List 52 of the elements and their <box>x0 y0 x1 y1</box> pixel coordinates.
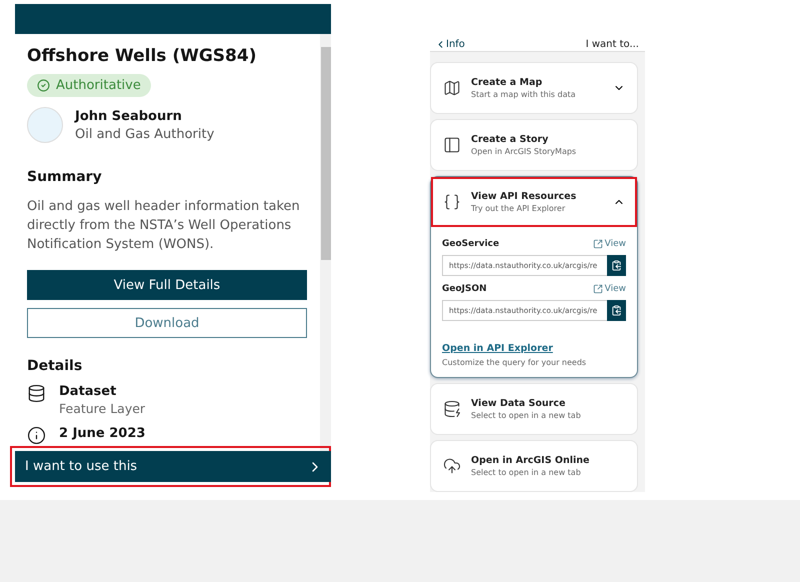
scrollbar-thumb[interactable] <box>320 47 330 260</box>
card-title: Open in ArcGIS Online <box>471 455 590 466</box>
owner-name: John Seabourn <box>75 108 183 124</box>
card-title: View API Resources <box>471 191 578 202</box>
view-link[interactable]: View <box>592 239 626 249</box>
card-subtitle: Try out the API Explorer <box>471 204 566 213</box>
copy-button[interactable] <box>607 300 626 321</box>
card-subtitle: Open in ArcGIS StoryMaps <box>471 147 578 156</box>
clipboard-icon <box>611 305 622 316</box>
database-icon <box>27 384 46 403</box>
section-heading: Details <box>27 358 84 374</box>
map-icon <box>443 79 461 97</box>
database-icon <box>443 400 461 418</box>
card-title: View Data Source <box>471 398 566 409</box>
view-link[interactable]: View <box>592 284 626 294</box>
story-layout-icon <box>443 136 461 154</box>
owner-organization: Oil and Gas Authority <box>75 126 214 142</box>
summary-text: Oil and gas well header information taken directly from the NSTA’s Well Operations Notification System (WONS). <box>27 198 301 254</box>
external-link-icon <box>592 239 603 249</box>
card-subtitle: Select to open in a new tab <box>471 411 582 420</box>
details-button[interactable]: View Full Details <box>27 270 307 300</box>
detail-subtitle: Feature Layer <box>59 401 146 416</box>
clipboard-icon <box>611 260 622 271</box>
detail-title: Dataset <box>59 384 118 399</box>
external-link-icon <box>592 284 603 294</box>
option-card[interactable]: Create a Story Open in ArcGIS StoryMaps <box>430 119 638 171</box>
info-icon <box>27 426 46 445</box>
copy-button[interactable] <box>607 255 626 276</box>
detail-title: 2 June 2023 <box>59 426 146 441</box>
card-subtitle: Start a map with this data <box>471 90 577 99</box>
back-link[interactable]: Info <box>435 38 465 50</box>
badge-label: Authoritative <box>56 78 141 93</box>
resource-label: GeoService <box>442 239 500 249</box>
link-caption: Customize the query for your needs <box>442 358 588 367</box>
option-card[interactable] <box>430 176 638 378</box>
resource-label: GeoJSON <box>442 284 487 294</box>
use-this-button[interactable]: I want to use this <box>15 451 331 482</box>
card-title: Create a Map <box>471 77 544 88</box>
check-circle-icon <box>37 79 50 92</box>
api-explorer-link[interactable]: Open in API Explorer <box>442 343 553 354</box>
option-card[interactable]: View Data Source Select to open in a new tab <box>430 383 638 435</box>
braces-icon <box>443 193 461 211</box>
download-button[interactable]: Download <box>27 308 307 338</box>
option-card[interactable]: Open in ArcGIS Online Select to open in a new tab <box>430 440 638 492</box>
section-heading: Summary <box>27 169 103 185</box>
card-title: Create a Story <box>471 134 550 145</box>
owner-avatar <box>27 107 63 143</box>
panel-title: I want to... <box>586 38 639 50</box>
option-card[interactable]: Create a Map Start a map with this data <box>430 62 638 114</box>
cloud-icon <box>443 457 461 475</box>
card-subtitle: Select to open in a new tab <box>471 468 582 477</box>
dataset-title: Offshore Wells (WGS84) <box>27 46 258 66</box>
